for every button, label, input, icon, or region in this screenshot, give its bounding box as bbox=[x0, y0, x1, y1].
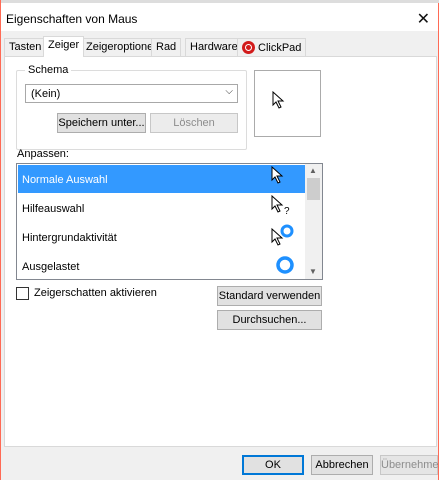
tab-clickpad[interactable]: ClickPad bbox=[237, 38, 307, 56]
tab-hardware-label: Hardware bbox=[190, 41, 238, 53]
list-item-label: Normale Auswahl bbox=[22, 174, 108, 186]
list-item-background-activity[interactable]: Hintergrundaktivität bbox=[18, 223, 305, 251]
chevron-down-icon: ⌵ bbox=[225, 86, 233, 97]
schema-group: Schema (Kein) ⌵ Speichern unter... Lösch… bbox=[16, 64, 247, 150]
pointer-shadow-checkbox[interactable] bbox=[16, 287, 29, 300]
close-icon[interactable]: ✕ bbox=[417, 9, 430, 29]
pointer-shadow-label: Zeigerschatten aktivieren bbox=[34, 287, 157, 299]
list-item-help-select[interactable]: Hilfeauswahl ? bbox=[18, 194, 305, 222]
arrow-cursor-preview-icon bbox=[272, 91, 285, 109]
apply-button[interactable]: Übernehmen bbox=[380, 455, 439, 475]
mouse-properties-dialog: Eigenschaften von Maus ✕ Tasten Zeiger Z… bbox=[0, 0, 439, 480]
scroll-down-icon[interactable]: ▼ bbox=[309, 267, 317, 276]
list-scrollbar[interactable]: ▲ ▼ bbox=[305, 164, 322, 279]
cursor-preview bbox=[254, 70, 321, 137]
tab-zeigeroptionen-label: Zeigeroptionen bbox=[86, 41, 160, 53]
use-default-button[interactable]: Standard verwenden bbox=[217, 286, 322, 306]
arrow-cursor-icon bbox=[271, 166, 284, 184]
window-title: Eigenschaften von Maus bbox=[6, 12, 138, 26]
tab-clickpad-label: ClickPad bbox=[258, 42, 302, 54]
tab-hardware[interactable]: Hardware bbox=[185, 38, 243, 56]
scroll-up-icon[interactable]: ▲ bbox=[309, 166, 317, 175]
working-in-background-cursor-icon bbox=[271, 224, 294, 246]
list-item-label: Hilfeauswahl bbox=[22, 203, 85, 215]
list-item-normal-select[interactable]: Normale Auswahl bbox=[18, 165, 305, 193]
list-item-label: Hintergrundaktivität bbox=[22, 232, 117, 244]
title-bar: Eigenschaften von Maus ✕ bbox=[1, 3, 438, 31]
help-cursor-icon: ? bbox=[271, 195, 290, 215]
cancel-button[interactable]: Abbrechen bbox=[311, 455, 373, 475]
svg-text:?: ? bbox=[284, 206, 290, 215]
clickpad-icon bbox=[242, 41, 255, 54]
schema-dropdown-value: (Kein) bbox=[31, 88, 61, 100]
busy-cursor-icon bbox=[276, 256, 294, 274]
browse-button[interactable]: Durchsuchen... bbox=[217, 310, 322, 330]
schema-legend: Schema bbox=[25, 64, 72, 76]
delete-button[interactable]: Löschen bbox=[150, 113, 238, 133]
schema-dropdown[interactable]: (Kein) ⌵ bbox=[25, 84, 238, 103]
tab-tasten-label: Tasten bbox=[9, 41, 42, 53]
scroll-thumb[interactable] bbox=[307, 178, 320, 200]
pointer-tab-panel: Schema (Kein) ⌵ Speichern unter... Lösch… bbox=[4, 56, 437, 447]
cursor-list[interactable]: Normale Auswahl Hilfeauswahl ? Hintergru… bbox=[16, 163, 323, 280]
tab-zeiger[interactable]: Zeiger bbox=[43, 36, 85, 57]
list-item-busy[interactable]: Ausgelastet bbox=[18, 252, 305, 279]
save-as-button[interactable]: Speichern unter... bbox=[57, 113, 146, 133]
tab-zeiger-label: Zeiger bbox=[48, 39, 80, 51]
ok-button[interactable]: OK bbox=[242, 455, 304, 475]
tab-rad-label: Rad bbox=[156, 41, 177, 53]
tab-tasten[interactable]: Tasten bbox=[4, 38, 47, 56]
list-item-label: Ausgelastet bbox=[22, 261, 80, 273]
customize-label: Anpassen: bbox=[17, 148, 69, 160]
tab-rad[interactable]: Rad bbox=[151, 38, 182, 56]
